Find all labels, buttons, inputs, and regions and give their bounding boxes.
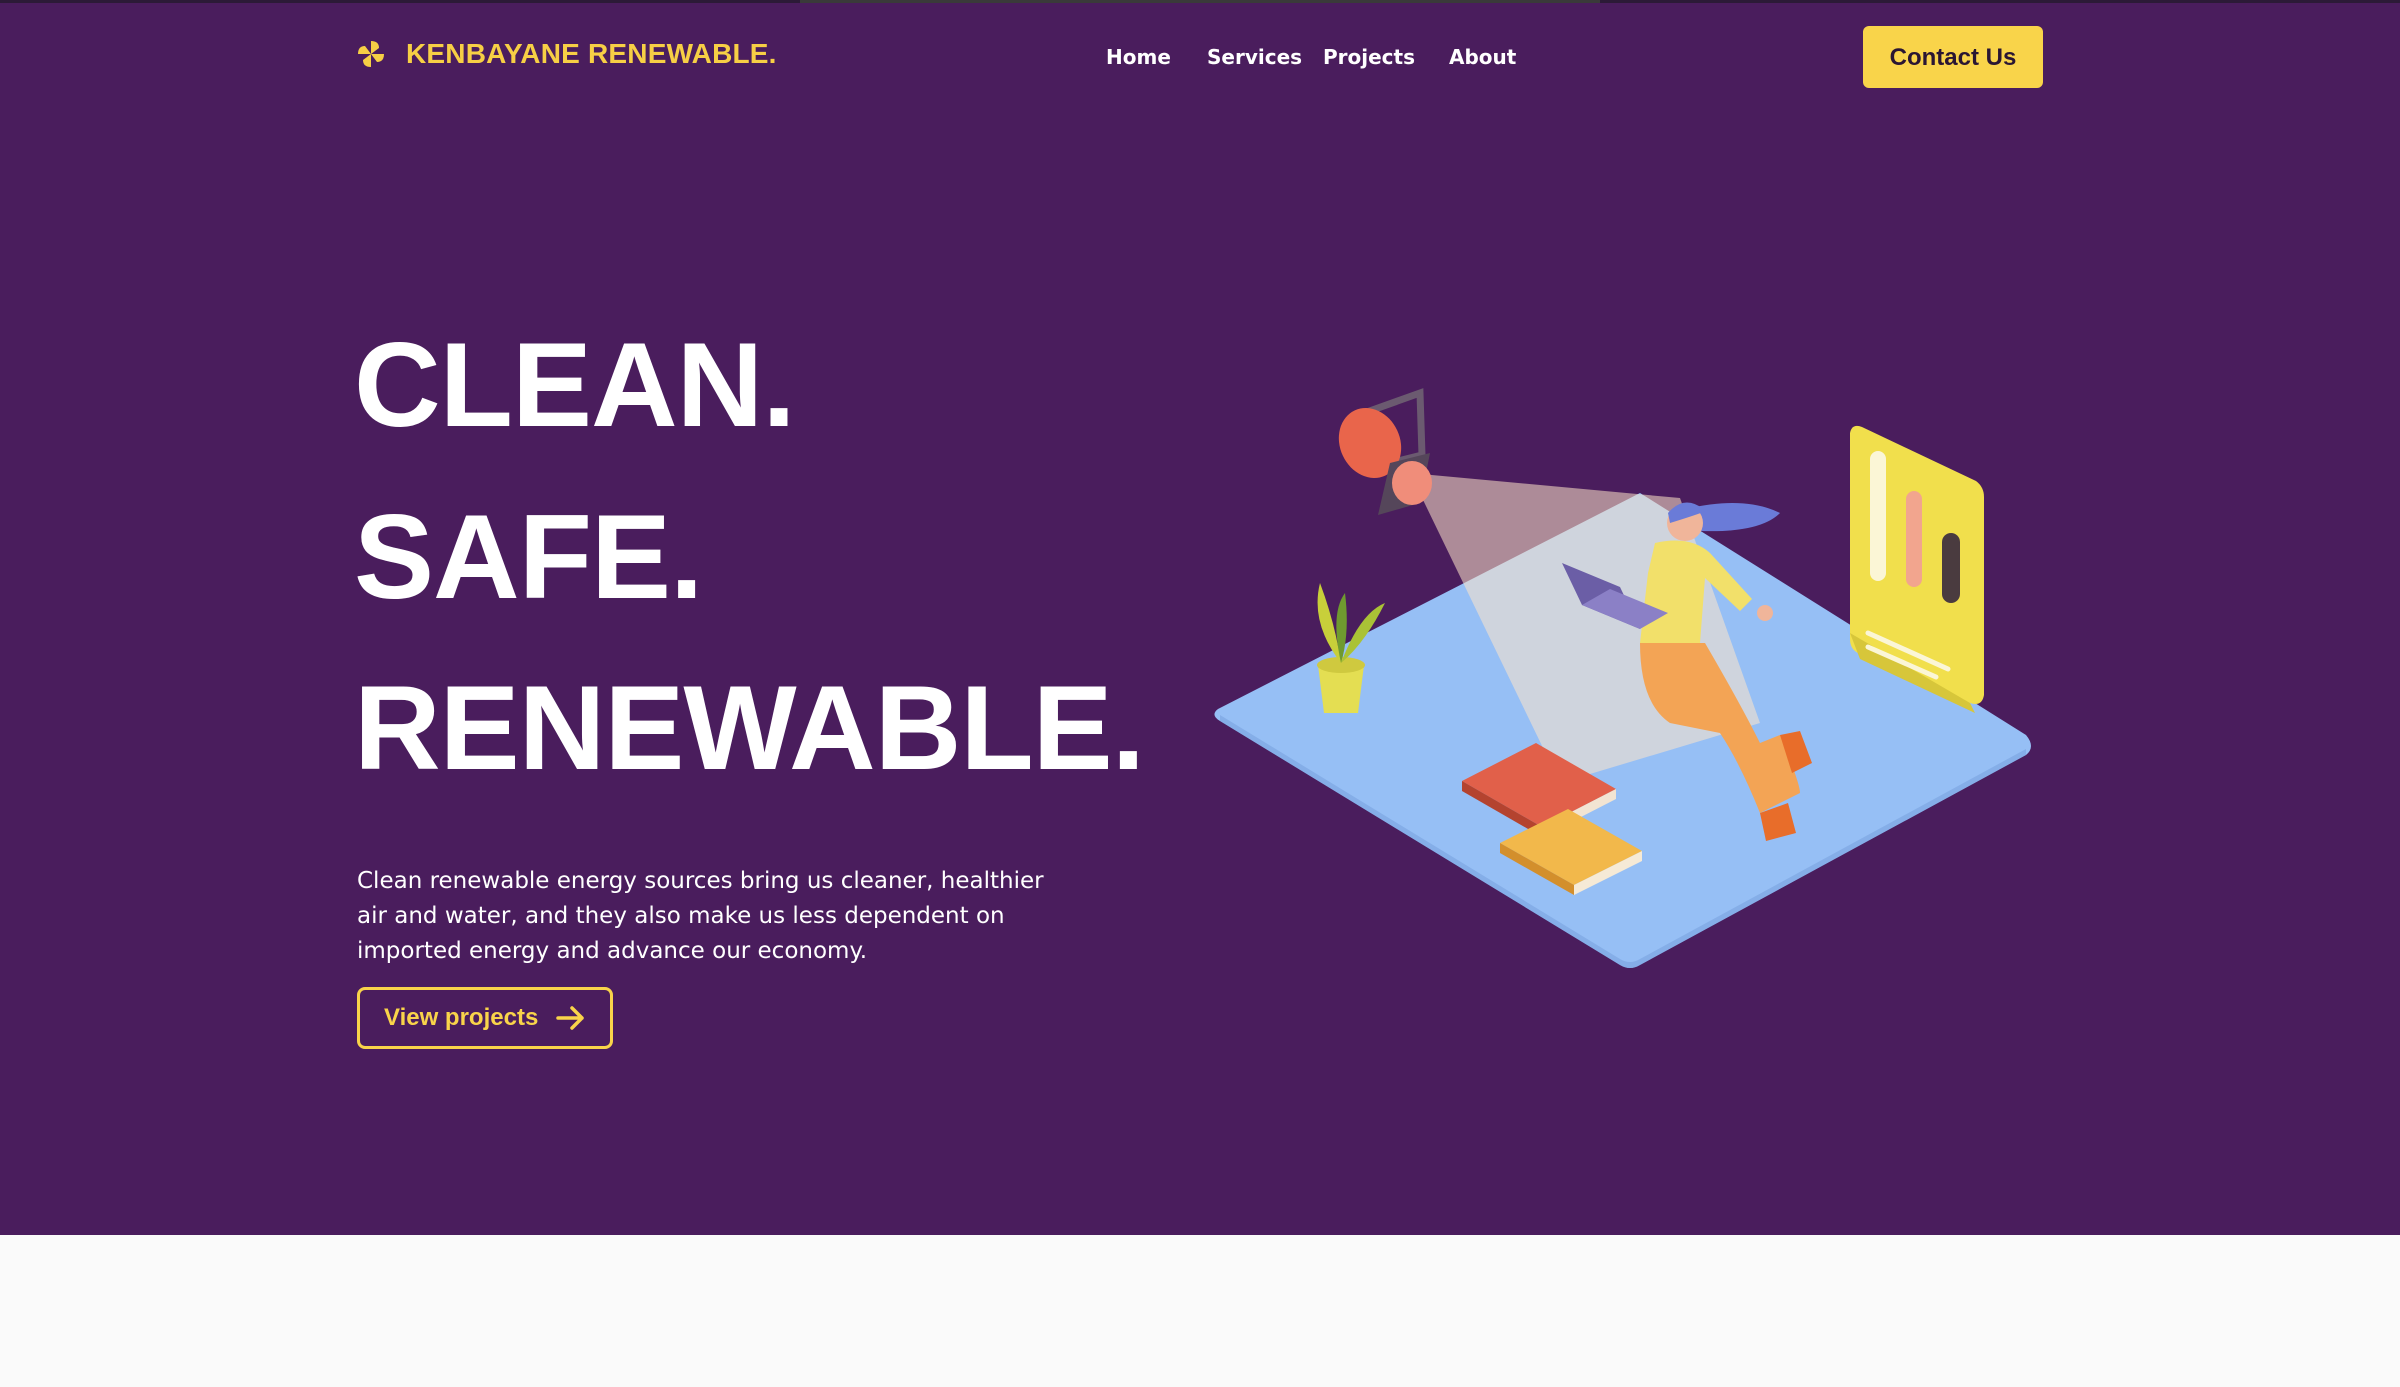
arrow-right-icon bbox=[554, 1001, 588, 1035]
nav-about[interactable]: About bbox=[1449, 45, 1516, 69]
isometric-illustration bbox=[1200, 363, 2060, 1003]
below-hero-section bbox=[0, 1235, 2400, 1387]
headline-safe: SAFE. bbox=[354, 490, 703, 624]
nav-services[interactable]: Services bbox=[1207, 45, 1302, 69]
nav-projects[interactable]: Projects bbox=[1323, 45, 1415, 69]
contact-us-button[interactable]: Contact Us bbox=[1863, 26, 2043, 88]
hero-description: Clean renewable energy sources bring us … bbox=[357, 868, 1044, 964]
headline-clean: CLEAN. bbox=[354, 318, 796, 452]
hero-section: KENBAYANE RENEWABLE. Home Services Proje… bbox=[0, 3, 2400, 1235]
nav-home[interactable]: Home bbox=[1106, 45, 1171, 69]
view-projects-label: View projects bbox=[384, 1004, 539, 1031]
view-projects-button[interactable]: View projects bbox=[357, 987, 613, 1049]
headline-renewable: RENEWABLE. bbox=[354, 661, 1145, 795]
